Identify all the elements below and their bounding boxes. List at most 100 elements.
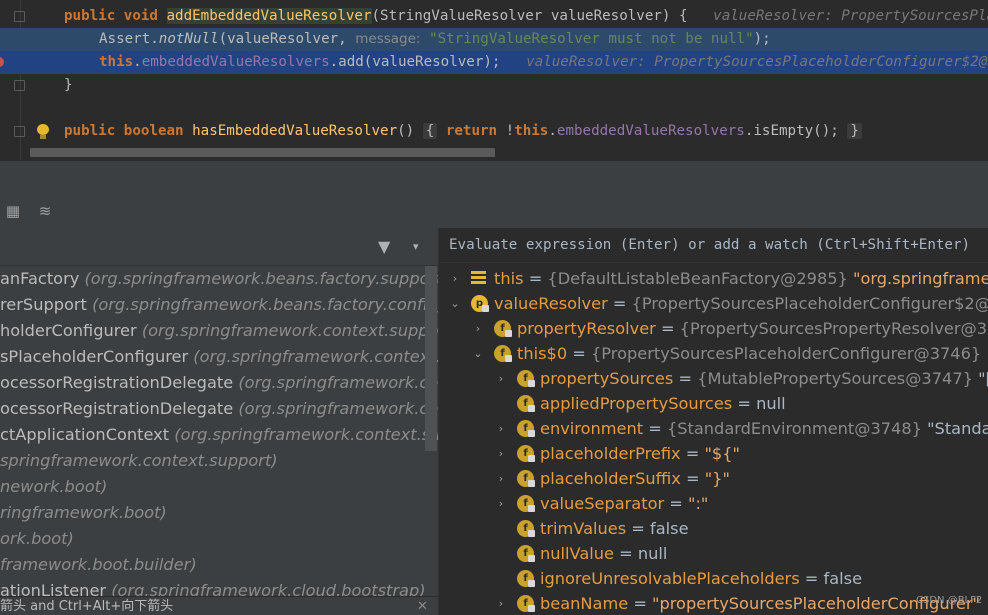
variable-row[interactable]: › f beanName = "propertySourcesPlaceholder… (439, 591, 988, 615)
frame-item[interactable]: framework.boot.builder) (0, 552, 438, 578)
frame-item[interactable]: ctApplicationContext (org.springframewor… (0, 422, 438, 448)
chevron-right-icon[interactable]: › (495, 591, 507, 615)
lock-icon (528, 405, 535, 412)
code-text: } (64, 74, 73, 97)
frame-item[interactable]: sPlaceholderConfigurer (org.springframew… (0, 344, 438, 370)
variable-row[interactable]: f ignoreUnresolvablePlaceholders = false (439, 566, 988, 591)
code-editor[interactable]: public void addEmbeddedValueResolver(Str… (0, 0, 988, 160)
variable-row[interactable]: › f placeholderPrefix = "${" (439, 441, 988, 466)
variable-value: false (823, 569, 863, 588)
variable-row[interactable]: f trimValues = false (439, 516, 988, 541)
variable-value: "StandardEnv (927, 419, 988, 438)
variable-name: propertyResolver (517, 319, 656, 338)
variable-value: null (756, 394, 786, 413)
variable-name: this (494, 269, 524, 288)
variable-row[interactable]: › f propertySources = {MutablePropertySour… (439, 366, 988, 391)
chevron-right-icon[interactable]: › (495, 441, 507, 466)
variable-row[interactable]: › this = {DefaultListableBeanFactory@2985… (439, 266, 988, 291)
close-icon[interactable]: ✕ (417, 597, 428, 615)
frame-package: ringframework.boot) (0, 503, 167, 522)
code-line-2[interactable]: Assert.notNull(valueResolver, message: "… (0, 28, 988, 51)
frame-item[interactable]: ocessorRegistrationDelegate (org.springf… (0, 396, 438, 422)
variable-reference: {PropertySourcesPlaceholderConfigurer$2@… (631, 294, 988, 313)
variable-name: placeholderSuffix (540, 469, 681, 488)
frame-item[interactable]: ocessorRegistrationDelegate (org.springf… (0, 370, 438, 396)
variable-row[interactable]: f nullValue = null (439, 541, 988, 566)
variable-row[interactable]: › f valueSeparator = ":" (439, 491, 988, 516)
breakpoint-icon[interactable] (0, 57, 4, 67)
variable-row[interactable]: ⌄ p valueResolver = {PropertySourcesPlaceh… (439, 291, 988, 316)
lock-icon (505, 330, 512, 337)
code-token: . (133, 54, 142, 70)
frame-package: ork.boot) (0, 529, 74, 548)
code-line-5[interactable]: public boolean hasEmbeddedValueResolver(… (0, 120, 988, 143)
code-token: addEmbeddedValueResolver (166, 8, 372, 24)
frame-package: (org.springframework.context.support) (238, 399, 438, 418)
parameter-icon: p (471, 295, 489, 312)
code-token: public boolean (64, 123, 193, 139)
frame-item[interactable]: anFactory (org.springframework.beans.fac… (0, 266, 438, 292)
frame-item[interactable]: ringframework.boot) (0, 500, 438, 526)
chevron-right-icon[interactable]: › (495, 466, 507, 491)
filter-icon[interactable]: ▼ (378, 239, 394, 255)
variable-row[interactable]: › f propertyResolver = {PropertySourcesPro… (439, 316, 988, 341)
chevron-down-icon[interactable]: ⌄ (449, 291, 461, 316)
code-token: ! (505, 123, 515, 139)
variable-row[interactable]: f appliedPropertySources = null (439, 391, 988, 416)
code-token: "StringValueResolver must not be null" (420, 31, 754, 47)
chevron-down-icon[interactable]: ▾ (413, 241, 425, 252)
frames-scrollbar[interactable] (425, 266, 437, 451)
variable-row[interactable]: › f environment = {StandardEnvironment@374… (439, 416, 988, 441)
fold-icon[interactable] (14, 126, 25, 137)
chevron-right-icon[interactable]: › (449, 266, 461, 291)
lock-icon (528, 580, 535, 587)
frame-item[interactable]: rerSupport (org.springframework.beans.fa… (0, 292, 438, 318)
code-token: Assert. (99, 31, 159, 47)
chevron-down-icon[interactable]: ⌄ (472, 341, 484, 366)
inline-value-hint: valueResolver: PropertySourcesPlaceholde… (713, 8, 988, 24)
lock-icon (505, 355, 512, 362)
code-token: embeddedValueResolvers (141, 54, 330, 70)
variable-value: false (650, 519, 689, 538)
code-line-4[interactable]: } (0, 74, 988, 97)
frame-item[interactable]: holderConfigurer (org.springframework.co… (0, 318, 438, 344)
field-icon: f (517, 570, 535, 587)
chevron-right-icon[interactable]: › (495, 491, 507, 516)
frame-item[interactable]: nework.boot) (0, 474, 438, 500)
frame-package: (org.springframework.beans.factory.suppo… (84, 269, 438, 288)
variable-value: "org.springframework.beans.factory.suppo… (853, 269, 988, 288)
frames-header: ▼ ▾ (0, 228, 438, 266)
chevron-right-icon[interactable]: › (495, 416, 507, 441)
code-text: public void addEmbeddedValueResolver(Str… (64, 5, 988, 28)
threads-icon[interactable]: ≋ (37, 203, 53, 219)
lock-icon (528, 530, 535, 537)
frame-package: nework.boot) (0, 477, 108, 496)
code-line-3[interactable]: this.embeddedValueResolvers.add(valueRes… (0, 51, 988, 74)
horizontal-scrollbar[interactable] (30, 148, 495, 157)
code-token: this (514, 123, 549, 139)
code-token: StringValueResolver valueResolver (380, 8, 662, 24)
lock-icon (528, 555, 535, 562)
variable-row[interactable]: › f placeholderSuffix = "}" (439, 466, 988, 491)
variable-row[interactable]: ⌄ f this$0 = {PropertySourcesPlaceholderCo… (439, 341, 988, 366)
evaluate-expression-input[interactable]: Evaluate expression (Enter) or add a wat… (439, 228, 988, 263)
chevron-right-icon[interactable]: › (472, 316, 484, 341)
variable-name: propertySources (540, 369, 674, 388)
frame-package: (org.springframework.context.support) (141, 321, 438, 340)
field-icon: f (517, 420, 535, 437)
table-icon[interactable]: ▦ (5, 203, 21, 219)
code-line-1[interactable]: public void addEmbeddedValueResolver(Str… (0, 5, 988, 28)
frame-item[interactable]: springframework.context.support) (0, 448, 438, 474)
variable-value: "${" (704, 444, 740, 463)
code-token: notNull (158, 31, 219, 47)
fold-icon[interactable] (14, 11, 25, 22)
fold-icon[interactable] (14, 80, 25, 91)
frame-method: rerSupport (0, 295, 93, 314)
field-icon: f (517, 445, 535, 462)
lightbulb-icon[interactable] (36, 124, 50, 140)
hint-text: 箭头 and Ctrl+Alt+向下箭头 (0, 599, 174, 614)
frame-item[interactable]: ork.boot) (0, 526, 438, 552)
code-token: hasEmbeddedValueResolver (192, 123, 398, 139)
variable-reference: {StandardEnvironment@3748} (666, 419, 928, 438)
chevron-right-icon[interactable]: › (495, 366, 507, 391)
